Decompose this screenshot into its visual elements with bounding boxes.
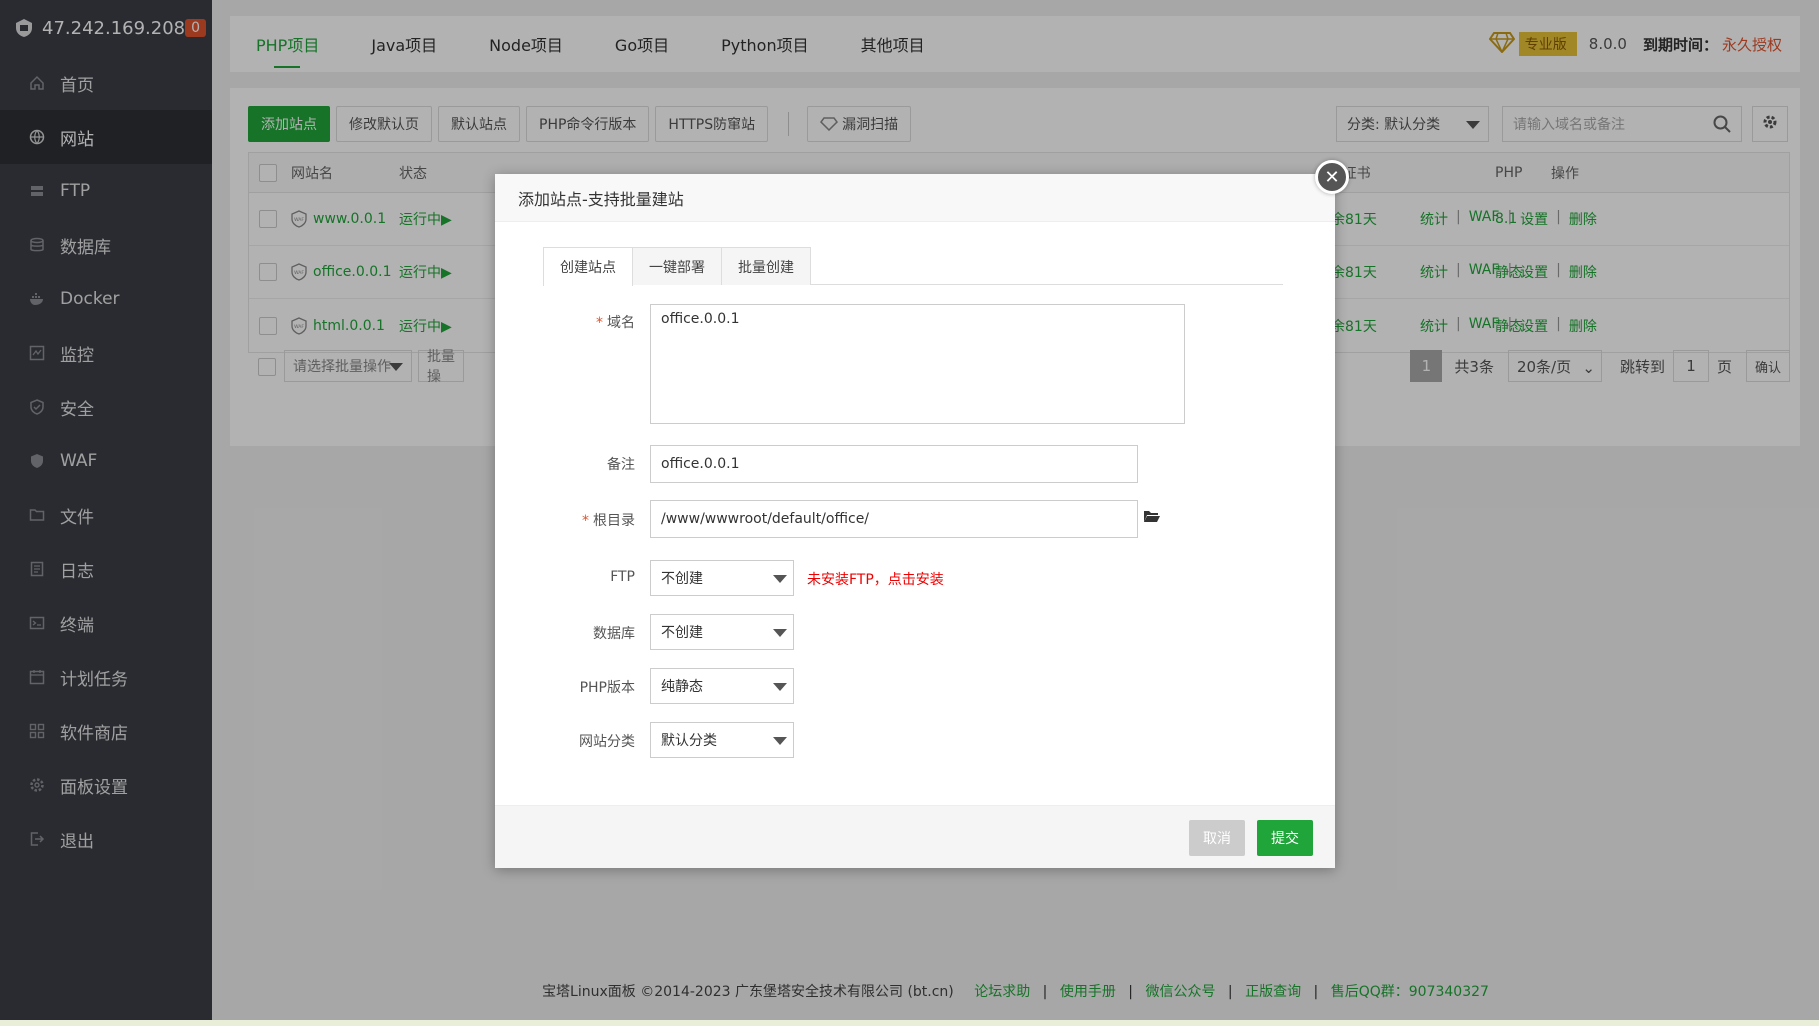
submit-button[interactable]: 提交 [1257, 820, 1313, 856]
chevron-down-icon [773, 629, 787, 637]
ftp-install-link[interactable]: 未安装FTP，点击安装 [807, 569, 944, 589]
ftp-select-value: 不创建 [661, 571, 703, 587]
tab-one-click-deploy[interactable]: 一键部署 [632, 247, 722, 285]
root-dir-label: * 根目录 [582, 513, 635, 529]
chevron-down-icon [773, 575, 787, 583]
php-version-value: 纯静态 [661, 679, 703, 695]
chevron-down-icon [773, 737, 787, 745]
bottom-strip [0, 1020, 1819, 1026]
modal-footer: 取消 提交 [495, 805, 1335, 868]
domain-textarea[interactable]: office.0.0.1 [650, 304, 1185, 424]
tab-batch-create[interactable]: 批量创建 [721, 247, 811, 285]
root-dir-input[interactable]: /www/wwwroot/default/office/ [650, 500, 1138, 538]
modal-title: 添加站点-支持批量建站 [495, 174, 1335, 222]
note-label: 备注 [607, 457, 635, 473]
ftp-label: FTP [610, 569, 635, 585]
php-version-select[interactable]: 纯静态 [650, 668, 794, 704]
close-icon[interactable]: ✕ [1315, 160, 1349, 194]
cancel-button[interactable]: 取消 [1189, 820, 1245, 856]
site-category-select[interactable]: 默认分类 [650, 722, 794, 758]
add-site-modal: 添加站点-支持批量建站 ✕ 创建站点 一键部署 批量创建 * 域名 office.… [495, 160, 1349, 868]
php-version-label: PHP版本 [579, 680, 635, 696]
site-category-value: 默认分类 [661, 733, 717, 749]
folder-open-icon[interactable] [1143, 509, 1161, 527]
tab-create-site[interactable]: 创建站点 [543, 247, 633, 286]
note-input[interactable]: office.0.0.1 [650, 445, 1138, 483]
ftp-select[interactable]: 不创建 [650, 560, 794, 596]
chevron-down-icon [773, 683, 787, 691]
site-category-label: 网站分类 [579, 734, 635, 750]
database-select-value: 不创建 [661, 625, 703, 641]
database-select[interactable]: 不创建 [650, 614, 794, 650]
database-label: 数据库 [593, 626, 635, 642]
domain-label: * 域名 [596, 315, 635, 331]
modal-tabs: 创建站点 一键部署 批量创建 [543, 247, 1283, 286]
